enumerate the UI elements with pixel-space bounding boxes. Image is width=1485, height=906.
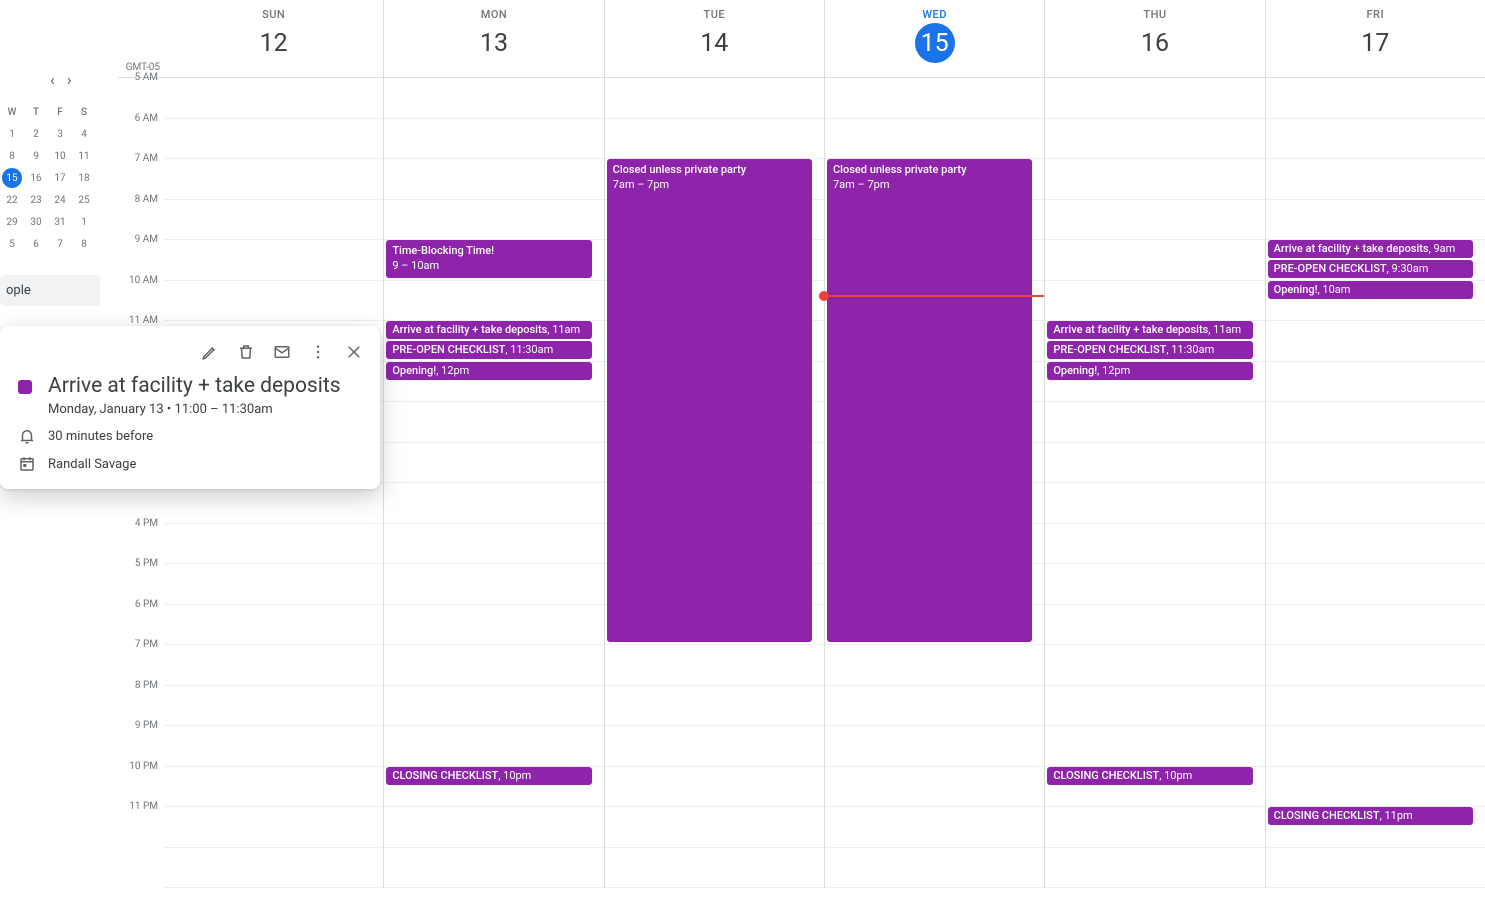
mini-calendar: WTFS 12348910111516171822232425293031156… — [0, 101, 100, 255]
day-number[interactable]: 13 — [474, 23, 514, 63]
minical-day[interactable]: 16 — [24, 167, 48, 189]
calendar-event[interactable]: Arrive at facility + take deposits, 11am — [386, 321, 591, 339]
minical-day[interactable]: 15 — [2, 168, 22, 188]
minical-next[interactable]: › — [67, 70, 72, 89]
minical-day[interactable]: 10 — [48, 145, 72, 167]
event-details-popup: Arrive at facility + take deposits Monda… — [0, 326, 380, 489]
hour-label: 10 AM — [118, 275, 164, 316]
hour-label: 8 PM — [118, 680, 164, 721]
minical-day[interactable]: 22 — [0, 189, 24, 211]
hour-label: 7 PM — [118, 639, 164, 680]
current-time-indicator — [825, 295, 1044, 297]
more-options-icon[interactable] — [302, 336, 334, 368]
minical-day[interactable]: 25 — [72, 189, 96, 211]
popup-event-datetime: Monday, January 13 • 11:00 – 11:30am — [48, 402, 362, 417]
minical-day[interactable]: 6 — [24, 233, 48, 255]
minical-day[interactable]: 29 — [0, 211, 24, 233]
calendar-event[interactable]: Closed unless private party7am – 7pm — [827, 159, 1032, 642]
calendar-event[interactable]: PRE-OPEN CHECKLIST, 11:30am — [1047, 341, 1252, 359]
delete-icon[interactable] — [230, 336, 262, 368]
minical-day[interactable]: 8 — [0, 145, 24, 167]
hour-label: 6 AM — [118, 113, 164, 154]
minical-day[interactable]: 4 — [72, 123, 96, 145]
hour-label: 9 AM — [118, 234, 164, 275]
hour-label: 8 AM — [118, 194, 164, 235]
minical-dow: F — [48, 101, 72, 123]
minical-dow: S — [72, 101, 96, 123]
day-number[interactable]: 14 — [694, 23, 734, 63]
day-column[interactable]: Arrive at facility + take deposits, 11am… — [1044, 78, 1264, 888]
day-number[interactable]: 16 — [1135, 23, 1175, 63]
calendar-event[interactable]: CLOSING CHECKLIST, 10pm — [1047, 767, 1252, 785]
close-icon[interactable] — [338, 336, 370, 368]
day-of-week: SUN — [164, 8, 383, 21]
minical-day[interactable]: 17 — [48, 167, 72, 189]
day-of-week: MON — [384, 8, 603, 21]
minical-day[interactable]: 31 — [48, 211, 72, 233]
hour-label: 7 AM — [118, 153, 164, 194]
minical-day[interactable]: 18 — [72, 167, 96, 189]
day-header[interactable]: SUN 12 — [164, 0, 383, 77]
calendar-event[interactable]: Opening!, 12pm — [1047, 362, 1252, 380]
calendar-event[interactable]: CLOSING CHECKLIST, 10pm — [386, 767, 591, 785]
day-column[interactable]: Time-Blocking Time!9 – 10am Arrive at fac… — [383, 78, 603, 888]
day-column[interactable]: Closed unless private party7am – 7pm — [604, 78, 824, 888]
email-icon[interactable] — [266, 336, 298, 368]
hour-label: 5 PM — [118, 558, 164, 599]
edit-icon[interactable] — [194, 336, 226, 368]
day-of-week: THU — [1045, 8, 1264, 21]
minical-dow: T — [24, 101, 48, 123]
day-number[interactable]: 15 — [915, 23, 955, 63]
day-of-week: WED — [825, 8, 1044, 21]
day-header[interactable]: TUE 14 — [604, 0, 824, 77]
day-header[interactable]: THU 16 — [1044, 0, 1264, 77]
timezone-label: GMT-05 — [118, 0, 164, 77]
calendar-event[interactable]: Opening!, 10am — [1268, 281, 1473, 299]
minical-day[interactable]: 1 — [0, 123, 24, 145]
minical-day[interactable]: 3 — [48, 123, 72, 145]
popup-reminder: 30 minutes before — [48, 429, 153, 444]
minical-day[interactable]: 1 — [72, 211, 96, 233]
minical-day[interactable]: 2 — [24, 123, 48, 145]
minical-prev[interactable]: ‹ — [50, 70, 55, 89]
day-column[interactable]: Closed unless private party7am – 7pm — [824, 78, 1044, 888]
hour-label: 10 PM — [118, 761, 164, 802]
calendar-icon — [18, 455, 48, 473]
hour-label: 5 AM — [118, 72, 164, 113]
hour-label: 9 PM — [118, 720, 164, 761]
minical-dow: W — [0, 101, 24, 123]
hour-label: 4 PM — [118, 518, 164, 559]
day-of-week: TUE — [605, 8, 824, 21]
popup-calendar-name: Randall Savage — [48, 457, 136, 472]
minical-day[interactable]: 11 — [72, 145, 96, 167]
bell-icon — [18, 427, 48, 445]
day-header[interactable]: WED 15 — [824, 0, 1044, 77]
day-number[interactable]: 17 — [1355, 23, 1395, 63]
minical-day[interactable]: 8 — [72, 233, 96, 255]
popup-event-title: Arrive at facility + take deposits — [48, 374, 362, 398]
hour-label: 11 PM — [118, 801, 164, 842]
day-header[interactable]: MON 13 — [383, 0, 603, 77]
day-header[interactable]: FRI 17 — [1265, 0, 1485, 77]
day-column[interactable]: Arrive at facility + take deposits, 9am P… — [1265, 78, 1485, 888]
minical-day[interactable]: 24 — [48, 189, 72, 211]
day-number[interactable]: 12 — [254, 23, 294, 63]
calendar-event[interactable]: PRE-OPEN CHECKLIST, 11:30am — [386, 341, 591, 359]
calendar-event[interactable]: Opening!, 12pm — [386, 362, 591, 380]
minical-day[interactable]: 30 — [24, 211, 48, 233]
day-of-week: FRI — [1266, 8, 1485, 21]
minical-day[interactable]: 5 — [0, 233, 24, 255]
minical-day[interactable]: 23 — [24, 189, 48, 211]
calendar-event[interactable]: CLOSING CHECKLIST, 11pm — [1268, 807, 1473, 825]
calendar-event[interactable]: Closed unless private party7am – 7pm — [607, 159, 812, 642]
event-color-swatch — [18, 380, 32, 394]
calendar-event[interactable]: Arrive at facility + take deposits, 9am — [1268, 240, 1473, 258]
calendar-event[interactable]: Arrive at facility + take deposits, 11am — [1047, 321, 1252, 339]
hour-label: 6 PM — [118, 599, 164, 640]
calendar-event[interactable]: PRE-OPEN CHECKLIST, 9:30am — [1268, 260, 1473, 278]
calendar-event[interactable]: Time-Blocking Time!9 – 10am — [386, 240, 591, 278]
minical-day[interactable]: 9 — [24, 145, 48, 167]
minical-day[interactable]: 7 — [48, 233, 72, 255]
search-people-input[interactable]: ople — [0, 275, 100, 306]
